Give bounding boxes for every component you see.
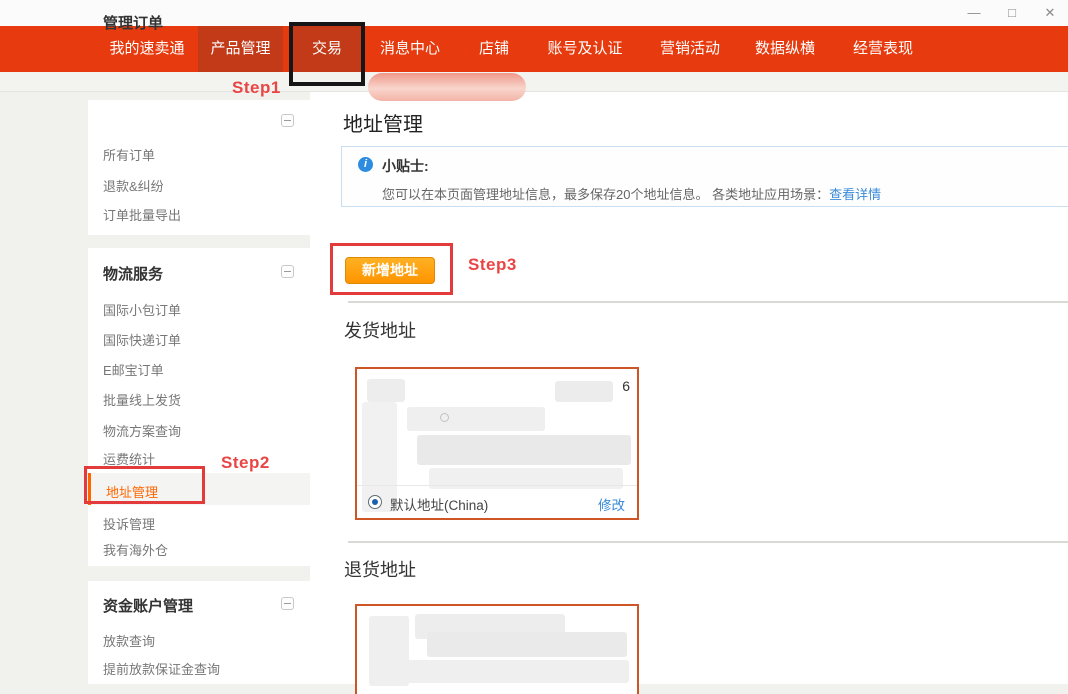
window-controls: — □ ✕ <box>966 0 1058 26</box>
nav-item-store[interactable]: 店铺 <box>477 26 511 72</box>
sidebar-item-advance-loan-deposit-query[interactable]: 提前放款保证金查询 <box>103 659 220 678</box>
sidebar-section-funds: 资金账户管理 放款查询 提前放款保证金查询 <box>88 581 310 684</box>
nav-item-product-management[interactable]: 产品管理 <box>198 26 283 72</box>
divider <box>348 301 1068 303</box>
tip-box: i 小贴士: 您可以在本页面管理地址信息，最多保存20个地址信息。 各类地址应用… <box>341 146 1068 207</box>
redaction-smear <box>340 428 362 520</box>
page-title: 地址管理 <box>343 114 423 136</box>
nav-item-performance[interactable]: 经营表现 <box>852 26 914 72</box>
redacted-text <box>407 407 545 431</box>
return-address-title: 退货地址 <box>344 560 416 580</box>
divider <box>348 541 1068 543</box>
sidebar-section-logistics: 物流服务 国际小包订单 国际快递订单 E邮宝订单 批量线上发货 物流方案查询 运… <box>88 248 310 566</box>
shipping-address-title: 发货地址 <box>344 321 416 341</box>
step1-highlight-box <box>289 22 365 86</box>
sidebar-item-all-orders[interactable]: 所有订单 <box>103 145 155 164</box>
tip-title: 小贴士: <box>382 158 429 174</box>
view-details-link[interactable]: 查看详情 <box>829 187 881 202</box>
redacted-breadcrumb <box>368 73 526 101</box>
redacted-text <box>397 660 629 683</box>
address-card-footer: 默认地址(China) 修改 <box>357 485 637 518</box>
maximize-icon[interactable]: □ <box>1004 0 1020 26</box>
close-icon[interactable]: ✕ <box>1042 0 1058 26</box>
sidebar-item-refund-dispute[interactable]: 退款&纠纷 <box>103 176 164 195</box>
sidebar-item-batch-online-shipping[interactable]: 批量线上发货 <box>103 390 181 409</box>
nav-item-marketing[interactable]: 营销活动 <box>659 26 721 72</box>
redacted-mark <box>440 413 449 422</box>
collapse-icon[interactable] <box>281 114 294 127</box>
sidebar-header-funds: 资金账户管理 <box>103 598 194 615</box>
nav-item-data-insight[interactable]: 数据纵横 <box>754 26 816 72</box>
sidebar-item-loan-query[interactable]: 放款查询 <box>103 631 155 650</box>
redaction-smear <box>358 598 440 642</box>
shipping-address-card: 6 默认地址(China) 修改 <box>355 367 639 520</box>
default-address-radio[interactable] <box>368 495 382 509</box>
sidebar-item-overseas-warehouse[interactable]: 我有海外仓 <box>103 540 168 559</box>
sidebar-item-epacket-orders[interactable]: E邮宝订单 <box>103 360 164 379</box>
sub-nav-strip <box>0 72 1068 92</box>
redaction-smear <box>336 360 374 434</box>
step3-highlight-box <box>330 243 453 295</box>
redacted-text <box>427 632 627 657</box>
nav-item-message-center[interactable]: 消息中心 <box>377 26 443 72</box>
step1-label: Step1 <box>232 78 281 97</box>
default-address-label: 默认地址(China) <box>390 498 489 513</box>
sidebar-item-intl-packet-orders[interactable]: 国际小包订单 <box>103 300 181 319</box>
sidebar-section-orders: 管理订单 所有订单 退款&纠纷 订单批量导出 <box>88 15 310 235</box>
redacted-text <box>417 435 631 465</box>
tip-body-text: 您可以在本页面管理地址信息，最多保存20个地址信息。 各类地址应用场景： <box>382 187 830 202</box>
sidebar-item-intl-express-orders[interactable]: 国际快递订单 <box>103 330 181 349</box>
tip-body: 您可以在本页面管理地址信息，最多保存20个地址信息。 各类地址应用场景：查看详情 <box>382 184 881 203</box>
collapse-icon[interactable] <box>281 597 294 610</box>
sidebar-header-logistics: 物流服务 <box>103 266 164 283</box>
info-icon: i <box>358 157 373 172</box>
step3-label: Step3 <box>468 255 517 274</box>
step2-highlight-box <box>84 466 205 504</box>
redaction-smear <box>582 358 642 386</box>
edit-address-link[interactable]: 修改 <box>598 494 625 514</box>
collapse-icon[interactable] <box>281 265 294 278</box>
nav-item-account-auth[interactable]: 账号及认证 <box>546 26 624 72</box>
step2-label: Step2 <box>221 453 270 472</box>
sidebar-header-orders: 管理订单 <box>103 15 164 32</box>
sidebar-item-logistics-solution-query[interactable]: 物流方案查询 <box>103 421 181 440</box>
sidebar-item-batch-export[interactable]: 订单批量导出 <box>103 205 181 224</box>
sidebar-item-complaint-management[interactable]: 投诉管理 <box>103 514 155 533</box>
minimize-icon[interactable]: — <box>966 0 982 26</box>
